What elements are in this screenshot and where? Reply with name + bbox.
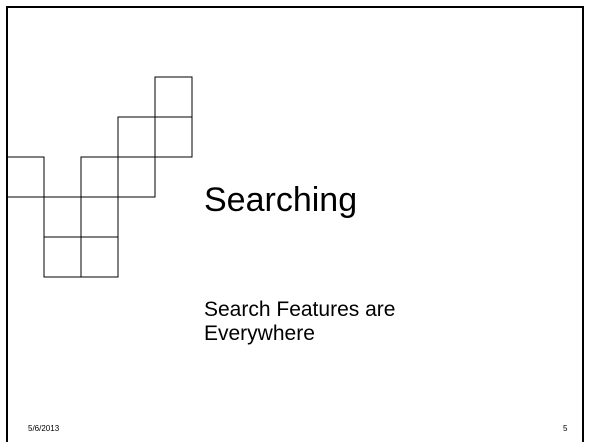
grid-square <box>154 116 193 158</box>
grid-square-partial <box>8 156 45 198</box>
grid-square <box>117 116 156 158</box>
subtitle-line-1: Search Features are <box>204 298 396 321</box>
grid-square <box>154 76 193 118</box>
subtitle-line-2: Everywhere <box>204 322 315 345</box>
grid-square <box>80 156 119 198</box>
slide-subtitle: Search Features are Everywhere <box>204 298 404 346</box>
grid-square <box>80 196 119 238</box>
decorative-square-grid <box>8 76 193 278</box>
grid-square <box>80 236 119 278</box>
slide: Searching Search Features are Everywhere… <box>0 0 591 444</box>
grid-square <box>43 196 82 238</box>
grid-square <box>43 236 82 278</box>
slide-number: 5 <box>563 424 568 433</box>
slide-date: 5/6/2013 <box>28 424 60 433</box>
slide-title: Searching <box>204 181 358 219</box>
grid-square <box>117 156 156 198</box>
